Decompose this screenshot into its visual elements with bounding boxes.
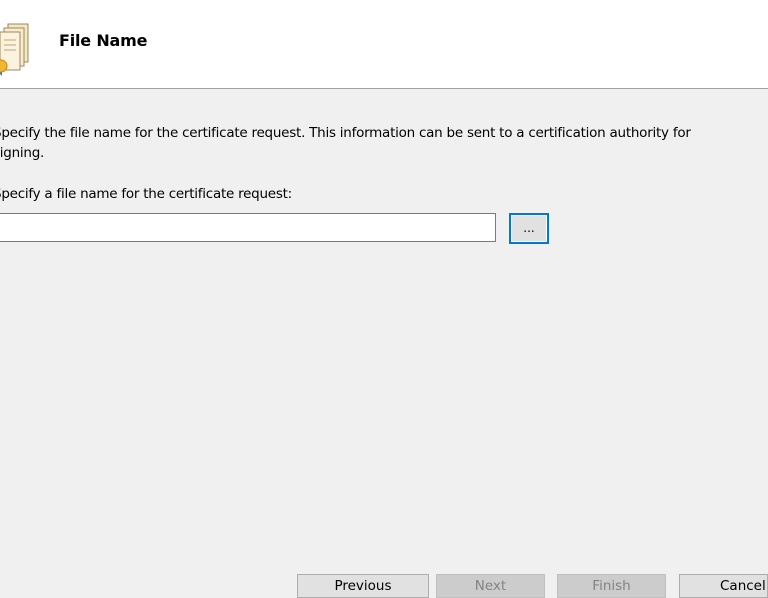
next-button[interactable]: Next: [436, 574, 545, 598]
description-line-2: signing.: [0, 145, 45, 161]
finish-button[interactable]: Finish: [557, 574, 666, 598]
description-text: Specify the file name for the certificat…: [0, 123, 768, 163]
description-line-1: Specify the file name for the certificat…: [0, 125, 691, 141]
page-title: File Name: [59, 31, 148, 50]
previous-button[interactable]: Previous: [297, 574, 429, 598]
filename-field-label: Specify a file name for the certificate …: [0, 186, 292, 202]
filename-input[interactable]: [0, 213, 496, 242]
certificate-icon: [0, 23, 29, 76]
wizard-header: File Name: [0, 0, 768, 89]
cancel-button[interactable]: Cancel: [679, 574, 768, 598]
browse-button[interactable]: ...: [509, 213, 549, 244]
